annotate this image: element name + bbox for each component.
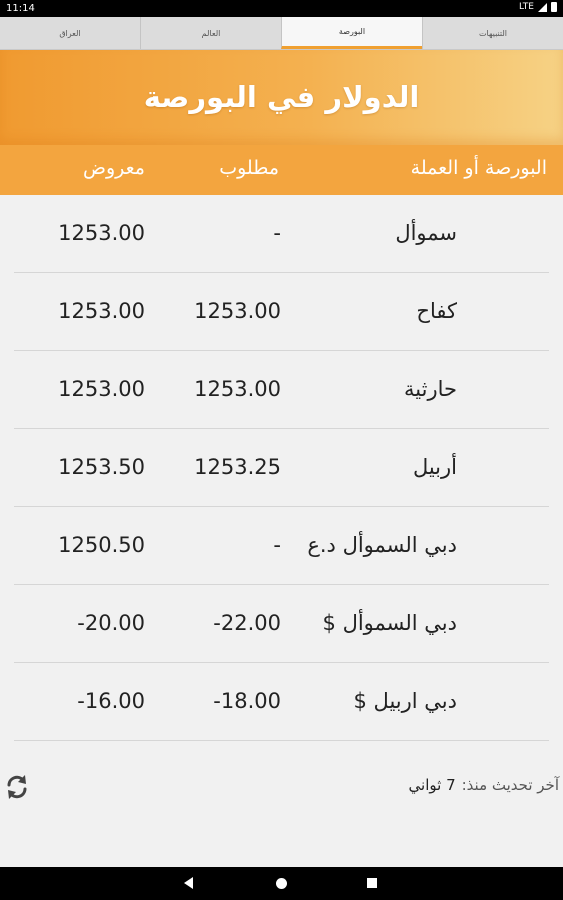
- page-banner: الدولار في البورصة: [0, 50, 563, 145]
- bid-value: -: [273, 533, 281, 557]
- signal-icon: [538, 2, 547, 12]
- recent-apps-icon[interactable]: [367, 878, 377, 888]
- back-icon[interactable]: [184, 877, 193, 889]
- ask-value: 1250.50: [58, 533, 145, 557]
- table-row[interactable]: كفاح 1253.00 1253.00: [14, 273, 549, 351]
- tab-alerts[interactable]: التنبيهات: [422, 17, 563, 49]
- table-header: البورصة أو العملة مطلوب معروض: [0, 145, 563, 195]
- system-nav-bar: [0, 867, 563, 900]
- table-row[interactable]: أربيل 1253.25 1253.50: [14, 429, 549, 507]
- exchange-name: كفاح: [416, 299, 457, 323]
- battery-icon: [551, 2, 557, 12]
- ask-value: -20.00: [77, 611, 145, 635]
- ask-value: -16.00: [77, 689, 145, 713]
- home-icon[interactable]: [276, 878, 287, 889]
- column-header-ask: معروض: [83, 157, 145, 179]
- ask-value: 1253.00: [58, 377, 145, 401]
- bid-value: 1253.00: [194, 377, 281, 401]
- page-title: الدولار في البورصة: [143, 80, 420, 114]
- tab-iraq[interactable]: العراق: [0, 17, 140, 49]
- ask-value: 1253.00: [58, 299, 145, 323]
- last-update-label: آخر تحديث منذ:: [461, 776, 559, 794]
- table-row[interactable]: حارثية 1253.00 1253.00: [14, 351, 549, 429]
- bid-value: 1253.00: [194, 299, 281, 323]
- status-bar: 11:14 LTE: [0, 0, 563, 17]
- exchange-name: دبي السموأل د.ع: [307, 533, 457, 557]
- refresh-icon[interactable]: [4, 772, 30, 802]
- ask-value: 1253.00: [58, 221, 145, 245]
- exchange-name: دبي السموأل $: [322, 611, 457, 635]
- status-time: 11:14: [6, 3, 35, 14]
- exchange-name: حارثية: [404, 377, 457, 401]
- exchange-name: أربيل: [412, 455, 457, 479]
- last-update: آخر تحديث منذ: 7 ثواني: [409, 776, 559, 794]
- exchange-name: سموأل: [395, 221, 457, 245]
- ask-value: 1253.50: [58, 455, 145, 479]
- column-header-exchange: البورصة أو العملة: [410, 157, 547, 179]
- tab-world[interactable]: العالم: [140, 17, 281, 49]
- bid-value: 1253.25: [194, 455, 281, 479]
- exchange-name: دبي اربيل $: [353, 689, 457, 713]
- column-header-bid: مطلوب: [219, 157, 279, 179]
- table-row[interactable]: سموأل - 1253.00: [14, 195, 549, 273]
- bid-value: -22.00: [213, 611, 281, 635]
- bid-value: -18.00: [213, 689, 281, 713]
- table-row[interactable]: دبي السموأل $ -22.00 -20.00: [14, 585, 549, 663]
- table-row[interactable]: دبي السموأل د.ع - 1250.50: [14, 507, 549, 585]
- status-icons: LTE: [519, 2, 557, 12]
- last-update-value: 7 ثواني: [408, 776, 456, 794]
- table-row[interactable]: دبي اربيل $ -18.00 -16.00: [14, 663, 549, 741]
- bid-value: -: [273, 221, 281, 245]
- tab-bar: التنبيهات البورصة العالم العراق: [0, 17, 563, 50]
- tab-exchange[interactable]: البورصة: [281, 17, 422, 49]
- rates-table: سموأل - 1253.00 كفاح 1253.00 1253.00 حار…: [14, 195, 549, 741]
- network-label: LTE: [519, 2, 534, 12]
